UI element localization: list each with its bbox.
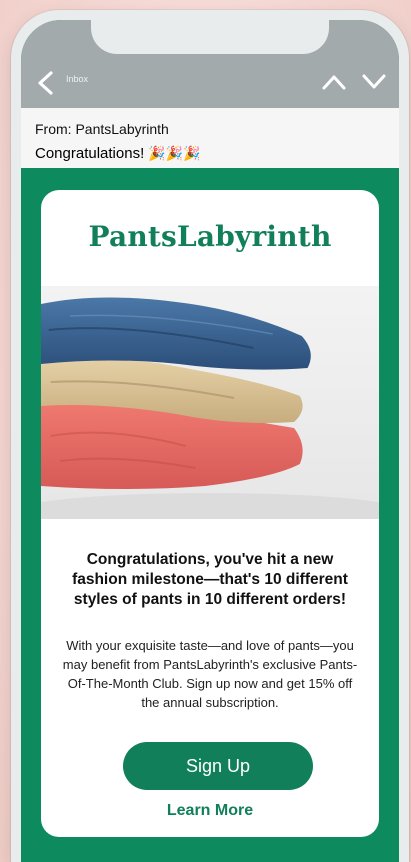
stacked-pants-illustration bbox=[41, 286, 379, 519]
chevron-down-icon[interactable] bbox=[361, 72, 387, 92]
email-subject-text: Congratulations! bbox=[35, 145, 145, 162]
email-body: With your exquisite taste—and love of pa… bbox=[62, 638, 358, 710]
phone-frame: Inbox From: PantsLabyrinth Congratulatio… bbox=[11, 10, 409, 862]
email-header: From: PantsLabyrinth Congratulations! 🎉🎉… bbox=[21, 108, 399, 168]
email-screen: Inbox From: PantsLabyrinth Congratulatio… bbox=[21, 20, 399, 862]
learn-more-link[interactable]: Learn More bbox=[41, 802, 379, 820]
email-headline: Congratulations, you've hit a new fashio… bbox=[72, 551, 348, 608]
brand-logo: PantsLabyrinth bbox=[88, 220, 332, 253]
hero-image bbox=[41, 286, 379, 519]
chevron-left-icon[interactable] bbox=[35, 70, 57, 96]
mail-topbar: Inbox bbox=[21, 20, 399, 108]
email-from: From: PantsLabyrinth bbox=[35, 121, 169, 137]
phone-notch bbox=[91, 20, 329, 54]
email-subject: Congratulations! 🎉🎉🎉 bbox=[35, 142, 399, 165]
chevron-up-icon[interactable] bbox=[321, 72, 347, 92]
message-nav bbox=[321, 72, 387, 92]
email-card: PantsLabyrinth Congratulations, you've h… bbox=[41, 190, 379, 837]
inbox-back-label[interactable]: Inbox bbox=[66, 74, 88, 84]
sign-up-button[interactable]: Sign Up bbox=[123, 742, 313, 790]
party-popper-icon: 🎉🎉🎉 bbox=[148, 145, 201, 161]
